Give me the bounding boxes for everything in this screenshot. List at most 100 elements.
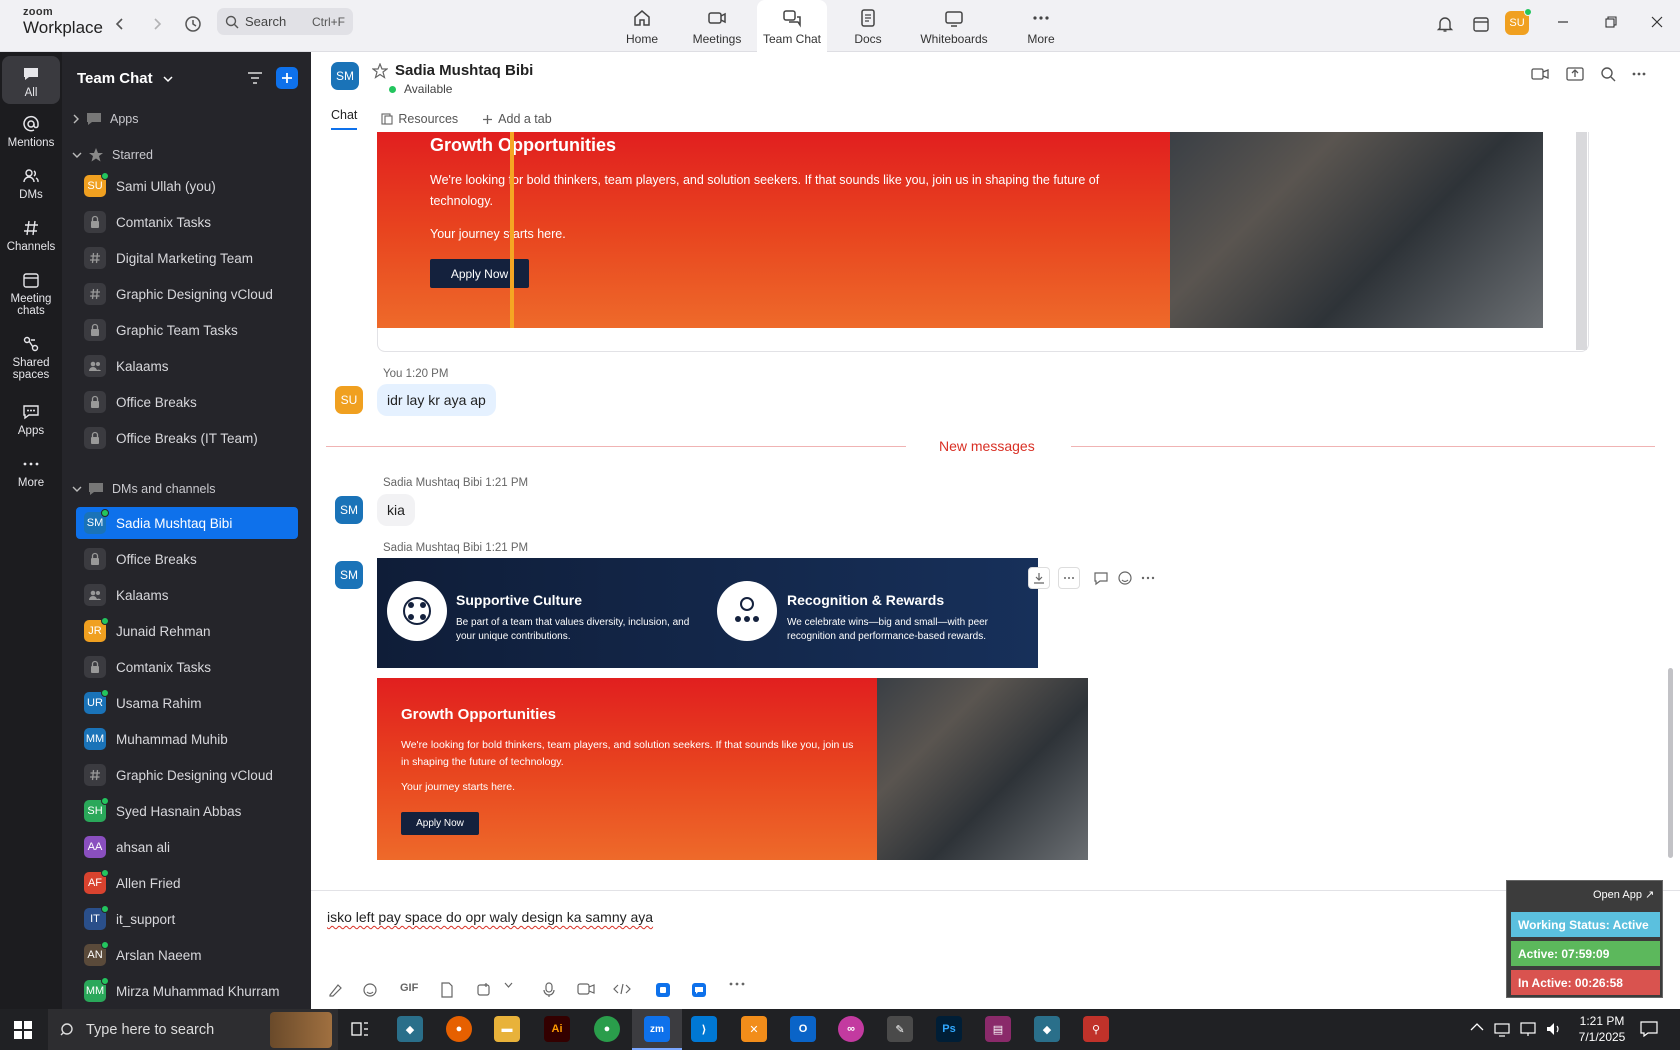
app-diamond-icon[interactable]: ◆ [397,1016,423,1042]
nav-team-chat[interactable]: Team Chat [757,0,827,52]
nav-meetings[interactable]: Meetings [688,0,746,52]
sidebar-item[interactable]: Graphic Designing vCloud [76,278,298,310]
contact-name[interactable]: Sadia Mushtaq Bibi [395,62,533,79]
history-icon[interactable] [181,12,205,36]
my-message-bubble[interactable]: idr lay kr aya ap [377,384,496,416]
more-options-icon[interactable] [1631,66,1647,82]
tool-app-icon[interactable]: ⚲ [1083,1016,1109,1042]
taskbar-clock[interactable]: 1:21 PM 7/1/2025 [1572,1013,1632,1045]
culture-image[interactable]: Supportive Culture Be part of a team tha… [377,558,1038,668]
notification-center-icon[interactable] [1640,1021,1658,1037]
creative-cloud-icon[interactable]: ∞ [838,1016,864,1042]
app-integration-icon[interactable] [655,982,671,998]
reply-icon[interactable] [1093,570,1109,586]
illustrator-icon[interactable]: Ai [544,1016,570,1042]
nav-whiteboards[interactable]: Whiteboards [917,0,991,52]
file-explorer-icon[interactable]: ▬ [494,1016,520,1042]
bell-icon[interactable] [1433,12,1457,36]
sidebar-item[interactable]: SM Sadia Mushtaq Bibi [76,507,298,539]
star-outline-icon[interactable] [372,63,388,79]
section-dms-channels[interactable]: DMs and channels [72,482,216,496]
video-message-icon[interactable] [577,982,595,996]
outlook-icon[interactable]: O [790,1016,816,1042]
rail-meeting-chats[interactable]: Meeting chats [2,270,60,317]
gif-button[interactable]: GIF [400,982,418,994]
taskbar-search[interactable]: Type here to search [48,1009,338,1050]
image-more-icon[interactable] [1058,567,1080,589]
minimize-icon[interactable] [1553,12,1573,32]
winrar-icon[interactable]: ▤ [985,1016,1011,1042]
sidebar-item[interactable]: Graphic Team Tasks [76,314,298,346]
sidebar-item[interactable]: AF Allen Fried [76,867,298,899]
sidebar-item[interactable]: Digital Marketing Team [76,242,298,274]
sidebar-title[interactable]: Team Chat [77,70,173,87]
sidebar-item[interactable]: Office Breaks (IT Team) [76,422,298,454]
sidebar-item[interactable]: AN Arslan Naeem [76,939,298,971]
chrome-icon[interactable]: ● [594,1016,620,1042]
sidebar-item[interactable]: Office Breaks [76,386,298,418]
screenshot-icon[interactable] [476,982,492,998]
emoji-icon[interactable] [362,982,378,998]
tab-chat[interactable]: Chat [331,108,358,130]
user-avatar[interactable]: SU [1505,8,1532,35]
volume-icon[interactable] [1545,1021,1563,1037]
close-icon[interactable] [1647,12,1667,32]
nav-docs[interactable]: Docs [850,0,886,52]
restore-icon[interactable] [1601,12,1621,32]
microphone-icon[interactable] [543,982,555,998]
composer-input[interactable]: isko left pay space do opr waly design k… [327,909,653,925]
search-input[interactable]: Search Ctrl+F [217,8,353,35]
sender-avatar[interactable]: SM [335,496,363,524]
sidebar-item[interactable]: MM Mirza Muhammad Khurram [76,975,298,1007]
nav-more[interactable]: More [1024,0,1058,52]
apply-now-button[interactable]: Apply Now [430,259,529,288]
section-starred[interactable]: Starred [72,147,153,163]
attachment-scrollbar[interactable] [1576,132,1587,350]
search-chat-icon[interactable] [1600,66,1616,82]
rail-more[interactable]: More [2,454,60,489]
sidebar-item[interactable]: Kalaams [76,350,298,382]
file-icon[interactable] [440,982,454,998]
zoom-taskbar-active[interactable]: zm [632,1009,682,1050]
sidebar-item[interactable]: Graphic Designing vCloud [76,759,298,791]
rail-dms[interactable]: DMs [2,166,60,201]
sidebar-item[interactable]: Comtanix Tasks [76,206,298,238]
msg1-bubble[interactable]: kia [377,494,415,526]
pen-tool-icon[interactable]: ✎ [887,1016,913,1042]
download-icon[interactable] [1028,567,1050,589]
section-apps[interactable]: Apps [72,112,139,126]
rail-mentions[interactable]: Mentions [2,114,60,149]
video-call-icon[interactable] [1531,66,1549,82]
calendar-view-icon[interactable] [1469,12,1493,36]
sidebar-item[interactable]: UR Usama Rahim [76,687,298,719]
tab-add[interactable]: Add a tab [482,108,552,130]
open-app-button[interactable]: Open App ↗ [1593,888,1654,901]
growth-banner-bottom[interactable]: Growth Opportunities We're looking for b… [377,678,877,860]
chevron-down-icon[interactable] [504,982,513,988]
sidebar-item[interactable]: AA ahsan ali [76,831,298,863]
new-chat-button[interactable] [276,67,298,89]
rail-channels[interactable]: Channels [2,218,60,253]
sidebar-item[interactable]: IT it_support [76,903,298,935]
vscode-icon[interactable]: ⟩ [691,1016,717,1042]
chat-scrollbar[interactable] [1668,668,1673,858]
sidebar-item[interactable]: Office Breaks [76,543,298,575]
share-screen-icon[interactable] [1566,66,1584,82]
back-arrow-icon[interactable] [108,12,132,36]
app-diamond-2-icon[interactable]: ◆ [1034,1016,1060,1042]
rail-all[interactable]: All [2,56,60,104]
task-view-icon[interactable] [347,1016,373,1042]
message-more-icon[interactable] [1141,576,1155,580]
sidebar-item[interactable]: JR Junaid Rehman [76,615,298,647]
photoshop-icon[interactable]: Ps [936,1016,962,1042]
chat-app-icon[interactable] [691,982,707,998]
xampp-icon[interactable]: ✕ [741,1016,767,1042]
forward-arrow-icon[interactable] [145,12,169,36]
sidebar-item[interactable]: Kalaams [76,579,298,611]
my-avatar[interactable]: SU [335,386,363,414]
network-icon[interactable] [1494,1021,1510,1037]
message-composer[interactable]: isko left pay space do opr waly design k… [311,890,1680,1009]
firefox-icon[interactable]: ● [446,1016,472,1042]
contact-avatar[interactable]: SM [331,62,359,90]
tab-resources[interactable]: Resources [381,108,458,130]
